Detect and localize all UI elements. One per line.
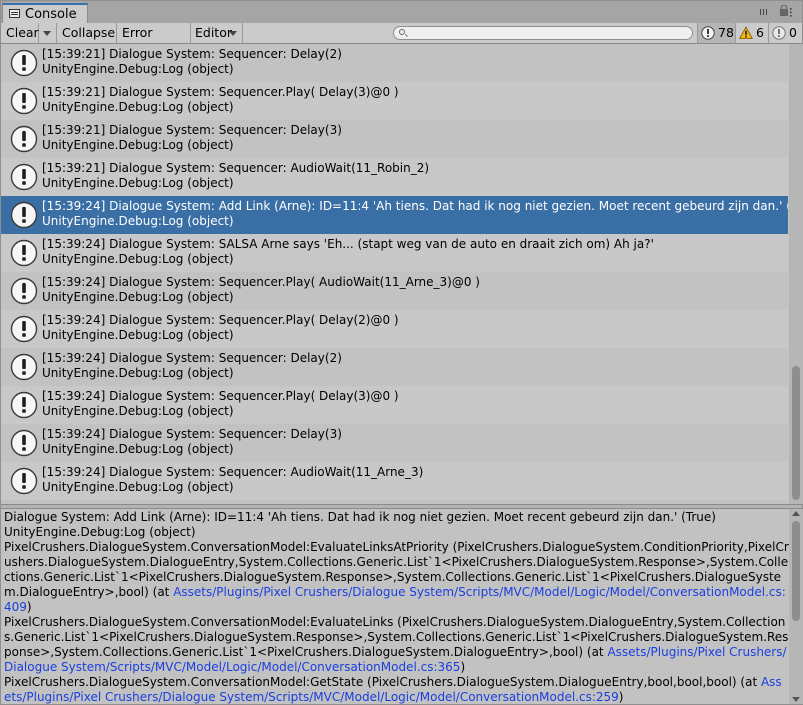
log-entry-message: [15:39:24] Dialogue System: Sequencer.Pl… xyxy=(42,275,480,289)
log-entry-source: UnityEngine.Debug:Log (object) xyxy=(42,404,234,418)
info-log-icon xyxy=(10,163,38,191)
stack-frame: PixelCrushers.DialogueSystem.Conversatio… xyxy=(4,540,789,615)
log-entry[interactable]: [15:39:24] Dialogue System: Sequencer.Pl… xyxy=(1,386,788,424)
log-entry-message: [15:39:24] Dialogue System: Add Link (Ar… xyxy=(42,199,788,213)
search-field[interactable] xyxy=(393,26,693,40)
log-entry-source: UnityEngine.Debug:Log (object) xyxy=(42,62,234,76)
info-log-icon xyxy=(10,277,38,305)
log-entry-message: [15:39:21] Dialogue System: Sequencer: A… xyxy=(42,161,430,175)
info-icon xyxy=(701,26,715,40)
log-entry[interactable]: [15:39:24] Dialogue System: Sequencer: D… xyxy=(1,424,788,462)
log-entry[interactable]: [15:39:24] Dialogue System: Sequencer: A… xyxy=(1,462,788,500)
log-entry[interactable]: [15:39:24] Dialogue System: Sequencer.Pl… xyxy=(1,272,788,310)
log-entry-message: [15:39:24] Dialogue System: Sequencer: D… xyxy=(42,351,342,365)
log-entry-message: [15:39:24] Dialogue System: SALSA Arne s… xyxy=(42,237,654,251)
stack-frame: PixelCrushers.DialogueSystem.Conversatio… xyxy=(4,615,789,675)
log-entry-source: UnityEngine.Debug:Log (object) xyxy=(42,366,234,380)
clear-button[interactable]: Clear xyxy=(1,23,39,43)
info-log-icon xyxy=(10,391,38,419)
window-menu-icon[interactable] xyxy=(778,5,796,19)
log-count: 78 xyxy=(718,25,734,40)
log-list-scrollbar[interactable] xyxy=(789,44,803,504)
tab-bar: Console xyxy=(1,1,802,24)
search-input[interactable] xyxy=(410,27,688,39)
stack-trace-panel: Dialogue System: Add Link (Arne): ID=11:… xyxy=(1,509,789,704)
stack-frame-text: PixelCrushers.DialogueSystem.Conversatio… xyxy=(4,675,761,689)
scroll-down-icon[interactable] xyxy=(792,697,800,702)
error-icon xyxy=(772,26,786,40)
log-filter-toggle[interactable]: 78 xyxy=(697,23,735,43)
detail-log-line: UnityEngine.Debug:Log (object) xyxy=(4,525,196,539)
console-icon xyxy=(9,9,20,18)
log-entry-message: [15:39:21] Dialogue System: Sequencer: D… xyxy=(42,123,342,137)
log-entry-message: [15:39:24] Dialogue System: Sequencer.Pl… xyxy=(42,313,399,327)
log-entry-source: UnityEngine.Debug:Log (object) xyxy=(42,252,234,266)
log-entry[interactable]: [15:39:21] Dialogue System: Sequencer.Pl… xyxy=(1,82,788,120)
log-entry-source: UnityEngine.Debug:Log (object) xyxy=(42,290,234,304)
editor-dropdown[interactable]: Editor xyxy=(191,23,243,43)
log-entry[interactable]: [15:39:24] Dialogue System: SALSA Arne s… xyxy=(1,234,788,272)
log-list[interactable]: [15:39:21] Dialogue System: Sequencer: D… xyxy=(1,44,788,504)
log-entry-source: UnityEngine.Debug:Log (object) xyxy=(42,176,234,190)
detail-message: Dialogue System: Add Link (Arne): ID=11:… xyxy=(4,510,716,524)
stack-frame: PixelCrushers.DialogueSystem.Conversatio… xyxy=(4,675,789,704)
warning-count: 6 xyxy=(756,25,764,40)
stack-frame-end: ) xyxy=(460,660,466,674)
warning-icon xyxy=(739,26,753,39)
log-entry[interactable]: [15:39:21] Dialogue System: Sequencer: D… xyxy=(1,120,788,158)
info-log-icon xyxy=(10,125,38,153)
log-entry[interactable]: [15:39:21] Dialogue System: Sequencer: D… xyxy=(1,44,788,82)
log-entry-message: [15:39:21] Dialogue System: Sequencer: D… xyxy=(42,47,342,61)
log-list-scroll-thumb[interactable] xyxy=(792,366,800,500)
stack-frame-end: ) xyxy=(618,690,624,704)
clear-options-dropdown[interactable] xyxy=(39,23,57,43)
info-log-icon xyxy=(10,315,38,343)
error-filter-toggle[interactable]: 0 xyxy=(768,23,802,43)
stack-trace-scrollbar[interactable] xyxy=(789,509,803,704)
stack-frame-end: ) xyxy=(26,600,32,614)
warning-filter-toggle[interactable]: 6 xyxy=(735,23,768,43)
info-log-icon xyxy=(10,353,38,381)
log-entry-source: UnityEngine.Debug:Log (object) xyxy=(42,100,234,114)
log-entry-source: UnityEngine.Debug:Log (object) xyxy=(42,138,234,152)
log-entry[interactable]: [15:39:24] Dialogue System: Sequencer.Pl… xyxy=(1,310,788,348)
scroll-up-icon[interactable] xyxy=(792,511,800,516)
log-entry-source: UnityEngine.Debug:Log (object) xyxy=(42,480,234,494)
info-log-icon xyxy=(10,429,38,457)
info-log-icon xyxy=(10,201,38,229)
log-entry-message: [15:39:24] Dialogue System: Sequencer: A… xyxy=(42,465,424,479)
console-window: Console Clear Collapse Error Pause Edito… xyxy=(0,0,803,705)
search-icon xyxy=(399,29,405,35)
log-entry-message: [15:39:24] Dialogue System: Sequencer.Pl… xyxy=(42,389,399,403)
stack-trace-scroll-thumb[interactable] xyxy=(792,521,800,621)
log-entry[interactable]: [15:39:21] Dialogue System: Sequencer: A… xyxy=(1,158,788,196)
info-log-icon xyxy=(10,49,38,77)
info-log-icon xyxy=(10,239,38,267)
log-entry-message: [15:39:24] Dialogue System: Sequencer: D… xyxy=(42,427,342,441)
tab-label: Console xyxy=(25,7,77,22)
log-entry-source: UnityEngine.Debug:Log (object) xyxy=(42,214,234,228)
info-log-icon xyxy=(10,87,38,115)
tab-menu-icon[interactable] xyxy=(758,4,772,20)
collapse-toggle[interactable]: Collapse xyxy=(57,23,117,43)
log-entry-source: UnityEngine.Debug:Log (object) xyxy=(42,328,234,342)
log-entry-selected[interactable]: [15:39:24] Dialogue System: Add Link (Ar… xyxy=(1,196,788,234)
log-entry-message: [15:39:21] Dialogue System: Sequencer.Pl… xyxy=(42,85,399,99)
error-count: 0 xyxy=(789,25,797,40)
log-entry-source: UnityEngine.Debug:Log (object) xyxy=(42,442,234,456)
log-entry[interactable]: [15:39:24] Dialogue System: Sequencer: D… xyxy=(1,348,788,386)
tab-console[interactable]: Console xyxy=(2,3,88,23)
error-pause-toggle[interactable]: Error Pause xyxy=(117,23,191,60)
info-log-icon xyxy=(10,467,38,495)
console-toolbar: Clear Collapse Error Pause Editor 78 6 xyxy=(1,23,802,60)
